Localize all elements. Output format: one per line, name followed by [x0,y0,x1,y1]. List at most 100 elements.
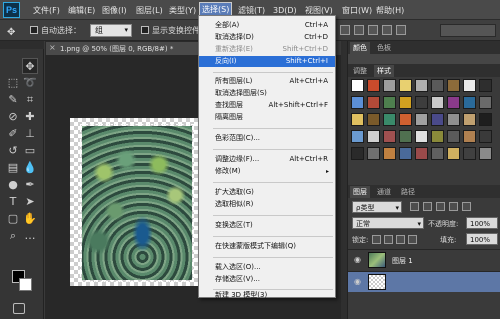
menu-item-find-layers[interactable]: 查找图层 Alt+Shift+Ctrl+F [199,100,335,111]
layer-row-layer-0[interactable]: ◉ [348,271,500,292]
eye-icon[interactable]: ◉ [354,255,361,264]
marquee-tool-icon[interactable]: ⬚ [5,75,21,91]
style-swatch[interactable] [351,130,364,143]
blend-mode-dropdown[interactable]: 正常 ▾ [352,217,424,229]
move-tool-icon[interactable]: ✥ [22,58,38,74]
menu-item-deselect-layers[interactable]: 取消选择图层(S) [199,88,335,99]
style-swatch[interactable] [399,147,412,160]
style-swatch[interactable] [463,96,476,109]
lock-transparent-icon[interactable] [372,235,381,244]
adjustment-filter-icon[interactable] [423,202,432,211]
menu-item-refine-edge[interactable]: 调整边缘(F)... Alt+Ctrl+R [199,154,335,165]
style-swatch[interactable] [447,147,460,160]
tab-swatches[interactable]: 色板 [374,42,394,54]
style-swatch[interactable] [447,79,460,92]
shape-tool-icon[interactable]: ▢ [5,211,21,227]
lock-position-icon[interactable] [396,235,405,244]
show-transform-checkbox[interactable] [141,26,149,34]
history-brush-tool-icon[interactable]: ↺ [5,143,21,159]
style-swatch[interactable] [447,113,460,126]
menu-edit[interactable]: 编辑(E) [66,4,97,17]
menu-item-similar[interactable]: 选取相似(R) [199,199,335,210]
auto-select-checkbox[interactable] [30,26,38,34]
style-swatch[interactable] [383,96,396,109]
menu-item-inverse[interactable]: 反向(I) Shift+Ctrl+I [199,56,335,67]
menu-item-deselect[interactable]: 取消选择(D) Ctrl+D [199,32,335,43]
style-swatch[interactable] [383,79,396,92]
menu-item-modify[interactable]: 修改(M) ▸ [199,166,335,177]
tab-layers[interactable]: 图层 [350,186,370,198]
document-tab[interactable]: × 1.png @ 50% (图层 0, RGB/8#) * [45,41,205,55]
brush-tool-icon[interactable]: ✐ [5,126,21,142]
shape-filter-icon[interactable] [449,202,458,211]
eye-icon[interactable]: ◉ [354,277,361,286]
tools-panel-grip[interactable] [0,41,44,49]
style-swatch[interactable] [415,113,428,126]
style-swatch[interactable] [383,147,396,160]
style-swatch[interactable] [351,113,364,126]
tab-adjustments[interactable]: 调整 [350,65,370,77]
style-swatch[interactable] [351,96,364,109]
style-swatch[interactable] [463,79,476,92]
style-swatch[interactable] [415,96,428,109]
tool-preset-picker[interactable]: ✥ [3,24,25,38]
menu-item-reselect[interactable]: 重新选择(E) Shift+Ctrl+D [199,44,335,55]
menu-help[interactable]: 帮助(H) [374,4,406,17]
style-swatch[interactable] [479,113,492,126]
blur-tool-icon[interactable]: 💧 [22,160,38,176]
style-swatch[interactable] [367,130,380,143]
menu-item-load-selection[interactable]: 载入选区(O)... [199,262,335,273]
quick-select-tool-icon[interactable]: ✎ [5,92,21,108]
style-swatch[interactable] [479,130,492,143]
style-swatch[interactable] [383,130,396,143]
lock-all-icon[interactable] [408,235,417,244]
layer-row-layer-1[interactable]: ◉ 图层 1 [348,249,500,270]
style-swatch[interactable] [479,79,492,92]
3d-roll-icon[interactable] [354,25,364,35]
healing-brush-tool-icon[interactable]: ✚ [22,109,38,125]
path-select-tool-icon[interactable]: ➤ [22,194,38,210]
tab-paths[interactable]: 路径 [398,186,418,198]
zoom-tool-icon[interactable]: ⌕ [5,228,21,244]
tab-color[interactable]: 颜色 [350,42,370,54]
style-swatch[interactable] [399,79,412,92]
opacity-field[interactable]: 100% [466,217,498,229]
menu-item-grow[interactable]: 扩大选取(G) [199,187,335,198]
extras-tool-icon[interactable]: … [22,228,38,244]
gradient-tool-icon[interactable]: ▤ [5,160,21,176]
menu-item-new-3d-model[interactable]: 新建 3D 模型(3) [199,292,335,299]
close-icon[interactable]: × [49,43,56,52]
menu-item-quick-mask[interactable]: 在快速蒙版模式下编辑(Q) [199,241,335,252]
style-swatch[interactable] [463,147,476,160]
3d-drag-icon[interactable] [368,25,378,35]
style-swatch[interactable] [447,130,460,143]
style-swatch[interactable] [431,113,444,126]
style-swatch[interactable] [415,130,428,143]
style-swatch[interactable] [399,96,412,109]
style-swatch[interactable] [351,147,364,160]
menu-item-transform-selection[interactable]: 变换选区(T) [199,220,335,231]
menu-window[interactable]: 窗口(W) [340,4,374,17]
3d-rotate-icon[interactable] [340,25,350,35]
menu-item-save-selection[interactable]: 存储选区(V)... [199,274,335,285]
workspace-switcher[interactable] [440,24,496,37]
background-color-swatch[interactable] [19,278,32,291]
layer-kind-filter[interactable]: ρ类型 ▾ [352,201,402,213]
style-swatch[interactable] [447,96,460,109]
crop-tool-icon[interactable]: ⌗ [22,92,38,108]
style-swatch[interactable] [383,113,396,126]
style-swatch[interactable] [367,96,380,109]
tab-styles[interactable]: 样式 [374,65,394,77]
style-swatch[interactable] [431,147,444,160]
hand-tool-icon[interactable]: ✋ [22,211,38,227]
fill-field[interactable]: 100% [466,233,498,245]
smart-object-filter-icon[interactable] [462,202,471,211]
3d-scale-icon[interactable] [396,25,406,35]
menu-item-all-layers[interactable]: 所有图层(L) Alt+Ctrl+A [199,76,335,87]
eyedropper-tool-icon[interactable]: ⊘ [5,109,21,125]
style-swatch[interactable] [431,130,444,143]
style-swatch[interactable] [463,113,476,126]
menu-type[interactable]: 类型(Y) [167,4,198,17]
style-swatch[interactable] [415,147,428,160]
color-panel-body[interactable] [348,54,500,64]
